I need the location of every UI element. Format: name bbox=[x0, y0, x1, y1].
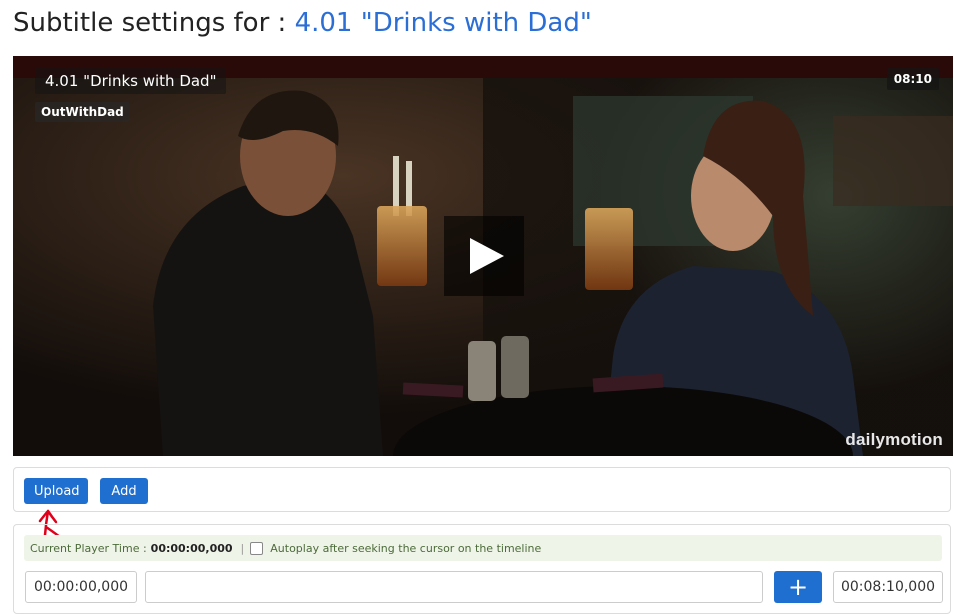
channel-name-overlay[interactable]: OutWithDad bbox=[35, 102, 130, 122]
video-player[interactable]: 4.01 "Drinks with Dad" OutWithDad 08:10 … bbox=[13, 56, 953, 456]
page-title-prefix: Subtitle settings for : bbox=[13, 8, 295, 38]
upload-button[interactable]: Upload bbox=[24, 478, 88, 504]
play-icon bbox=[470, 238, 504, 274]
subtitle-actions-panel: Upload Add bbox=[13, 467, 951, 512]
video-title-overlay: 4.01 "Drinks with Dad" bbox=[35, 68, 227, 94]
plus-icon: + bbox=[787, 573, 809, 601]
end-time-input[interactable] bbox=[833, 571, 943, 603]
info-separator: | bbox=[240, 541, 245, 555]
subtitle-timing-panel: Current Player Time : 00:00:00,000 | Aut… bbox=[13, 524, 951, 614]
subtitle-text-input[interactable] bbox=[145, 571, 763, 603]
video-title-link[interactable]: 4.01 "Drinks with Dad" bbox=[295, 8, 592, 38]
add-subtitle-button[interactable]: + bbox=[774, 571, 822, 603]
autoplay-checkbox[interactable] bbox=[250, 541, 264, 555]
current-time-value: 00:00:00,000 bbox=[150, 541, 233, 555]
page-title: Subtitle settings for : 4.01 "Drinks wit… bbox=[13, 8, 592, 38]
current-time-label: Current Player Time : bbox=[30, 541, 147, 555]
video-duration: 08:10 bbox=[886, 68, 939, 90]
play-button[interactable] bbox=[444, 216, 524, 296]
autoplay-label[interactable]: Autoplay after seeking the cursor on the… bbox=[270, 542, 541, 555]
player-time-info-bar: Current Player Time : 00:00:00,000 | Aut… bbox=[24, 535, 942, 561]
add-button[interactable]: Add bbox=[100, 478, 148, 504]
start-time-input[interactable] bbox=[25, 571, 137, 603]
dailymotion-logo: dailymotion bbox=[845, 430, 943, 449]
